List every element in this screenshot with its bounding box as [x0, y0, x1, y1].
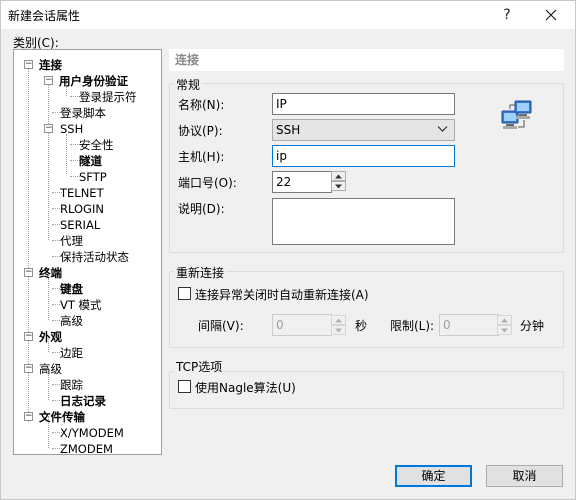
tree-item-terminal[interactable]: 终端 — [39, 265, 62, 281]
ok-button[interactable]: 确定 — [395, 465, 472, 487]
host-field[interactable]: ip — [272, 145, 455, 167]
cancel-button[interactable]: 取消 — [486, 465, 563, 487]
limit-field[interactable]: 0 — [439, 314, 499, 336]
protocol-label: 协议(P): — [178, 124, 223, 138]
interval-spinner[interactable] — [331, 315, 346, 335]
protocol-select-value: SSH — [276, 123, 301, 137]
limit-unit: 分钟 — [520, 319, 545, 333]
tree-item-xymodem[interactable]: X/YMODEM — [60, 425, 124, 441]
auto-reconnect-checkbox[interactable] — [178, 287, 191, 300]
down-arrow-icon — [335, 328, 342, 333]
up-arrow-icon — [335, 174, 342, 179]
tree-toggle-appearance[interactable]: − — [24, 332, 33, 341]
tree-item-login-script[interactable]: 登录脚本 — [60, 105, 106, 121]
tree-item-trace[interactable]: 跟踪 — [60, 377, 83, 393]
panel-header: 连接 — [169, 49, 564, 71]
port-label: 端口号(O): — [178, 176, 237, 190]
interval-spin-down[interactable] — [331, 325, 346, 335]
down-arrow-icon — [501, 328, 508, 333]
tree-toggle-connection[interactable]: − — [24, 60, 33, 69]
general-group-title: 常规 — [174, 76, 203, 93]
tree-item-connection[interactable]: 连接 — [39, 57, 62, 73]
tree-item-tunnel[interactable]: 隧道 — [79, 153, 102, 169]
session-properties-dialog: 新建会话属性 ? 类别(C): − − − − − − − 连接 用户身份验证 … — [0, 0, 576, 500]
tree-item-file-transfer[interactable]: 文件传输 — [39, 409, 85, 425]
tree-item-serial[interactable]: SERIAL — [60, 217, 100, 233]
interval-label: 间隔(V): — [198, 319, 244, 333]
tree-item-login-prompt[interactable]: 登录提示符 — [79, 89, 137, 105]
tree-item-keepalive[interactable]: 保持活动状态 — [60, 249, 129, 265]
tree-item-user-auth[interactable]: 用户身份验证 — [59, 73, 128, 89]
reconnect-group-title: 重新连接 — [174, 264, 227, 281]
tcp-group-title: TCP选项 — [174, 358, 225, 375]
tree-item-ssh[interactable]: SSH — [60, 121, 83, 137]
network-computers-icon — [501, 100, 532, 129]
port-field[interactable]: 22 — [272, 171, 332, 193]
close-icon — [545, 9, 557, 21]
description-label: 说明(D): — [178, 202, 225, 216]
nagle-checkbox[interactable] — [178, 380, 191, 393]
tree-item-logging[interactable]: 日志记录 — [60, 393, 106, 409]
port-spin-down[interactable] — [331, 181, 346, 191]
interval-spin-up[interactable] — [331, 315, 346, 325]
tree-item-telnet[interactable]: TELNET — [60, 185, 104, 201]
tree-item-terminal-advanced[interactable]: 高级 — [60, 313, 83, 329]
description-field[interactable] — [272, 198, 455, 245]
up-arrow-icon — [501, 318, 508, 323]
tree-item-sftp[interactable]: SFTP — [79, 169, 107, 185]
reconnect-group — [169, 271, 564, 348]
tree-toggle-ssh[interactable]: − — [44, 124, 53, 133]
protocol-select[interactable]: SSH — [272, 119, 455, 141]
limit-spin-down[interactable] — [497, 325, 512, 335]
limit-label: 限制(L): — [390, 319, 435, 333]
nagle-label[interactable]: 使用Nagle算法(U) — [195, 379, 296, 396]
tree-toggle-file-transfer[interactable]: − — [24, 412, 33, 421]
category-tree[interactable]: − − − − − − − 连接 用户身份验证 登录提示符 登录脚本 SSH 安… — [13, 49, 162, 455]
limit-spinner[interactable] — [497, 315, 512, 335]
tree-item-advanced[interactable]: 高级 — [39, 361, 62, 377]
down-arrow-icon — [335, 184, 342, 189]
port-spin-up[interactable] — [331, 171, 346, 181]
tree-toggle-terminal[interactable]: − — [24, 268, 33, 277]
close-button[interactable] — [531, 1, 571, 29]
tree-item-proxy[interactable]: 代理 — [60, 233, 83, 249]
limit-spin-up[interactable] — [497, 315, 512, 325]
name-label: 名称(N): — [178, 98, 225, 112]
chevron-down-icon — [437, 126, 448, 132]
interval-unit: 秒 — [355, 319, 368, 333]
up-arrow-icon — [335, 318, 342, 323]
auto-reconnect-label[interactable]: 连接异常关闭时自动重新连接(A) — [195, 286, 369, 303]
help-button[interactable]: ? — [487, 1, 527, 29]
tree-toggle-auth[interactable]: − — [44, 76, 53, 85]
tree-item-zmodem[interactable]: ZMODEM — [60, 441, 113, 454]
tree-item-appearance[interactable]: 外观 — [39, 329, 62, 345]
tree-item-security[interactable]: 安全性 — [79, 137, 114, 153]
tree-item-vt-mode[interactable]: VT 模式 — [60, 297, 102, 313]
tree-toggle-advanced[interactable]: − — [24, 364, 33, 373]
tree-item-rlogin[interactable]: RLOGIN — [60, 201, 104, 217]
tree-item-margins[interactable]: 边距 — [60, 345, 83, 361]
interval-field[interactable]: 0 — [272, 314, 332, 336]
tree-item-keyboard[interactable]: 键盘 — [60, 281, 83, 297]
name-field[interactable]: IP — [272, 93, 455, 115]
port-spinner[interactable] — [331, 171, 346, 191]
title-bar: 新建会话属性 ? — [1, 1, 575, 29]
host-label: 主机(H): — [178, 150, 225, 164]
window-title: 新建会话属性 — [8, 9, 81, 23]
